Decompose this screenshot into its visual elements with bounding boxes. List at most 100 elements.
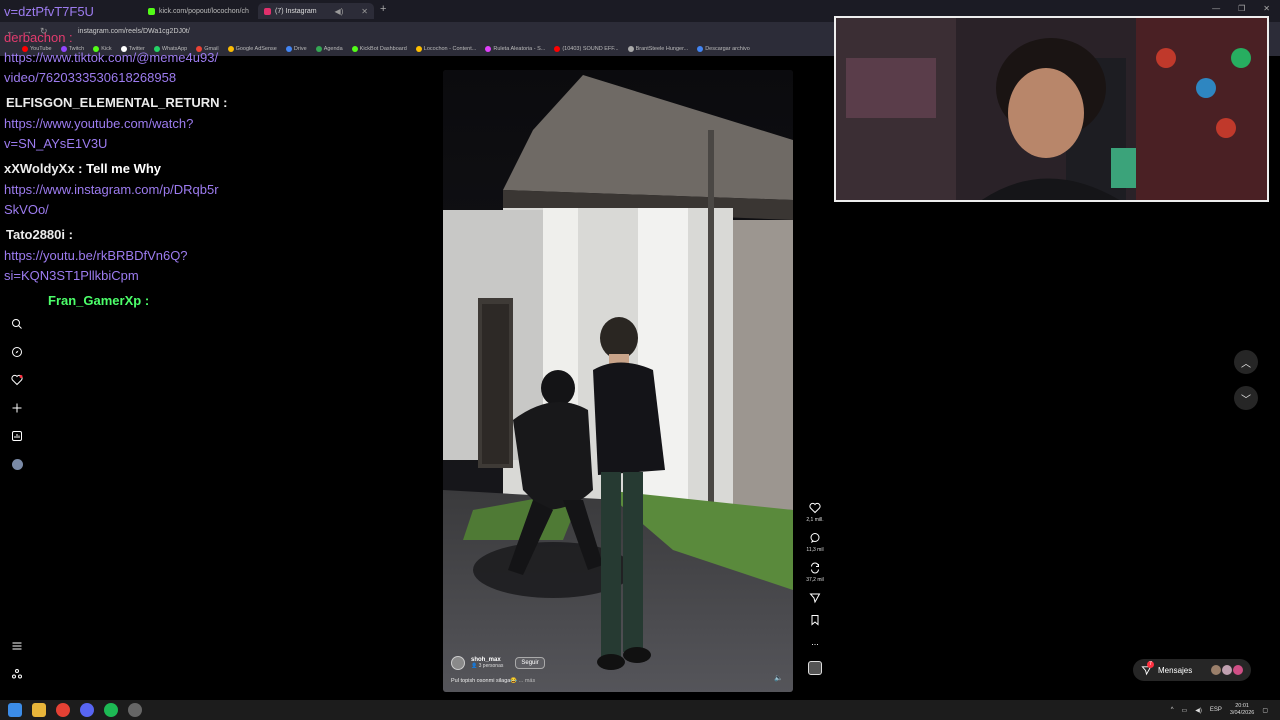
volume-icon[interactable]: ◀): [1195, 707, 1202, 714]
chat-line: video/7620333530618268958: [4, 68, 176, 88]
stream-chat-overlay: v=dztPfvT7F5U derbachon : https://www.tikt…: [0, 0, 330, 320]
chat-link[interactable]: https://youtu.be/rkBRBDfVn6Q?: [4, 248, 188, 263]
chrome-icon[interactable]: [56, 703, 70, 717]
like-action[interactable]: 2,1 mill.: [806, 501, 824, 523]
chat-line: SkVOo/: [4, 200, 49, 220]
chat-link[interactable]: video/7620333530618268958: [4, 70, 176, 85]
previous-reel-button[interactable]: ︿: [1234, 350, 1258, 374]
more-options[interactable]: ...: [808, 635, 822, 649]
reel-user-row: shoh_max 👤 3 personas Seguir: [451, 656, 545, 670]
chat-line: Fran_GamerXp :: [48, 291, 149, 311]
follow-button[interactable]: Seguir: [515, 657, 545, 669]
chat-link[interactable]: https://www.instagram.com/p/DRqb5r: [4, 182, 219, 197]
repost-action[interactable]: 37,2 mil: [806, 561, 824, 583]
caption-more-link[interactable]: ... más: [519, 678, 536, 684]
bookmark-item[interactable]: KickBot Dashboard: [351, 46, 407, 52]
reel-user-avatar[interactable]: [451, 656, 465, 670]
chat-link[interactable]: v=dztPfvT7F5U: [4, 4, 94, 19]
left-nav: [8, 316, 26, 472]
close-window-icon[interactable]: ✕: [1263, 4, 1270, 13]
chat-line: Tato2880i :: [6, 225, 73, 245]
chat-link[interactable]: SkVOo/: [4, 202, 49, 217]
chat-username[interactable]: ELFISGON_ELEMENTAL_RETURN :: [6, 95, 228, 110]
comment-icon[interactable]: [808, 531, 822, 545]
chat-username[interactable]: derbachon :: [4, 30, 73, 45]
bookmark-favicon-icon: [697, 46, 704, 52]
bookmark-item[interactable]: Descargar archivo: [697, 46, 750, 52]
bookmark-icon[interactable]: [808, 613, 822, 627]
messages-badge: 7: [1147, 661, 1154, 668]
explore-icon[interactable]: [8, 344, 26, 360]
chat-line: https://youtu.be/rkBRBDfVn6Q?: [4, 246, 188, 266]
chat-link[interactable]: v=SN_AYsE1V3U: [4, 136, 107, 151]
taskbar-apps: [8, 703, 142, 717]
chevron-up-icon: ︿: [1241, 358, 1251, 370]
windows-start-icon[interactable]: [8, 703, 22, 717]
network-icon[interactable]: ▭: [1182, 707, 1188, 714]
speaker-icon[interactable]: ◀): [335, 7, 344, 16]
chat-line: xXWoldyXx : Tell me Why: [4, 159, 161, 179]
language-indicator[interactable]: ESP: [1210, 707, 1222, 713]
file-explorer-icon[interactable]: [32, 703, 46, 717]
chat-username[interactable]: Tato2880i :: [6, 227, 73, 242]
chat-username[interactable]: xXWoldyXx: [4, 161, 75, 176]
left-nav-bottom: [8, 638, 26, 682]
chat-line: ELFISGON_ELEMENTAL_RETURN :: [6, 93, 228, 113]
meta-apps-icon[interactable]: [8, 666, 26, 682]
save-action[interactable]: [808, 613, 822, 627]
chat-line: https://www.instagram.com/p/DRqb5r: [4, 180, 219, 200]
bookmark-label: Descargar archivo: [705, 46, 750, 52]
reel-followers-text: 3 personas: [478, 663, 504, 669]
notifications-heart-icon[interactable]: [8, 372, 26, 388]
close-tab-icon[interactable]: ✕: [361, 7, 368, 16]
next-reel-button[interactable]: ﹀: [1234, 386, 1258, 410]
reel-video[interactable]: shoh_max 👤 3 personas Seguir Pul topish …: [443, 70, 793, 692]
message-avatar: [1222, 665, 1232, 675]
chat-link[interactable]: https://www.tiktok.com/@meme4u93/: [4, 50, 218, 65]
bookmark-label: (10403) SOUND EFF...: [562, 46, 619, 52]
comment-action[interactable]: 11,3 mil: [806, 531, 824, 553]
new-tab-button[interactable]: +: [380, 3, 386, 15]
maximize-icon[interactable]: ❐: [1238, 4, 1245, 13]
menu-icon[interactable]: [8, 638, 26, 654]
reel-video-frame: [443, 70, 793, 692]
mute-icon[interactable]: 🔈: [774, 674, 783, 682]
chat-link[interactable]: si=KQN3ST1PllkbiCpm: [4, 268, 139, 283]
bookmark-favicon-icon: [485, 46, 492, 52]
share-action[interactable]: [808, 591, 822, 605]
chat-line: si=KQN3ST1PllkbiCpm: [4, 266, 139, 286]
share-icon[interactable]: [808, 591, 822, 605]
windows-taskbar: ^ ▭ ◀) ESP 20:01 3/04/2026 ▢: [0, 700, 1280, 720]
chat-link[interactable]: https://www.youtube.com/watch?: [4, 116, 193, 131]
webcam-image: [836, 18, 1267, 200]
message-avatar: [1233, 665, 1243, 675]
clock[interactable]: 20:01 3/04/2026: [1230, 703, 1254, 717]
obs-icon[interactable]: [128, 703, 142, 717]
bookmark-favicon-icon: [351, 46, 358, 52]
tray-chevron-icon[interactable]: ^: [1171, 707, 1174, 713]
clock-date: 3/04/2026: [1229, 710, 1255, 716]
bookmark-item[interactable]: Locochon - Content...: [415, 46, 476, 52]
profile-avatar[interactable]: [8, 456, 26, 472]
spotify-icon[interactable]: [104, 703, 118, 717]
chat-username[interactable]: Fran_GamerXp :: [48, 293, 149, 308]
bookmark-item[interactable]: (10403) SOUND EFF...: [554, 46, 619, 52]
message-avatar: [1211, 665, 1221, 675]
notifications-icon[interactable]: ▢: [1262, 707, 1268, 714]
chat-line: derbachon :: [4, 28, 73, 48]
bookmark-item[interactable]: Ruleta Aleatoria - S...: [485, 46, 545, 52]
repost-icon[interactable]: [808, 561, 822, 575]
more-dots-icon[interactable]: ...: [808, 635, 822, 649]
heart-icon[interactable]: [808, 501, 822, 515]
clock-time: 20:01: [1235, 703, 1249, 709]
discord-icon[interactable]: [80, 703, 94, 717]
people-icon: 👤: [471, 663, 478, 669]
minimize-icon[interactable]: —: [1212, 4, 1220, 13]
dashboard-icon[interactable]: [8, 428, 26, 444]
chat-separator: :: [74, 161, 87, 176]
bookmark-favicon-icon: [415, 46, 422, 52]
bookmark-label: BrantSteele Hunger...: [635, 46, 689, 52]
create-plus-icon[interactable]: [8, 400, 26, 416]
audio-thumbnail[interactable]: [808, 661, 822, 675]
bookmark-item[interactable]: BrantSteele Hunger...: [627, 46, 689, 52]
